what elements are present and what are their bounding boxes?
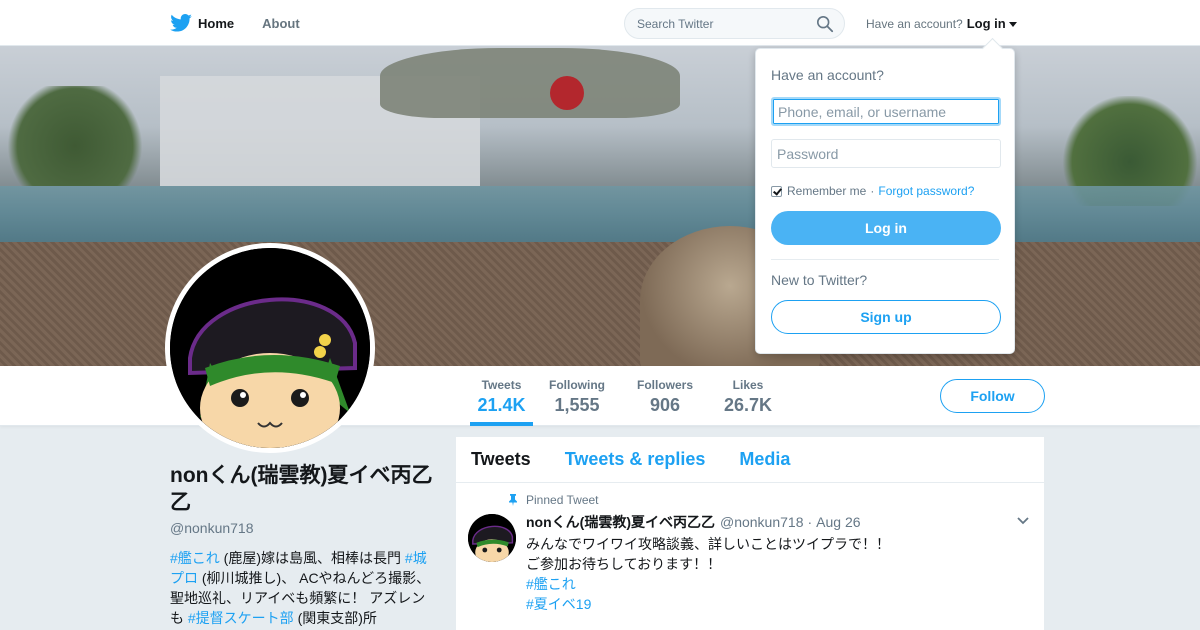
account-menu: Have an account? Log in	[866, 16, 1017, 31]
follow-button[interactable]: Follow	[940, 379, 1045, 413]
tweet-separator: ·	[807, 514, 813, 530]
tweet-author-handle[interactable]: @nonkun718	[720, 514, 804, 530]
stat-followers[interactable]: Followers 906	[636, 366, 694, 426]
nav-left: Home About	[170, 0, 328, 46]
tweet-hashtag[interactable]: #夏イベ19	[526, 594, 1029, 614]
search-box[interactable]	[624, 8, 845, 39]
home-nav-link[interactable]: Home	[170, 0, 234, 46]
tweet-author-name[interactable]: nonくん(瑞雲教)夏イベ丙乙乙	[526, 512, 715, 532]
tweet-avatar-illustration	[468, 514, 516, 562]
login-dropdown-title: Have an account?	[771, 67, 884, 83]
profile-name[interactable]: nonくん(瑞雲教)夏イベ丙乙乙	[170, 462, 435, 516]
tab-tweets-replies[interactable]: Tweets & replies	[565, 449, 706, 470]
stat-likes[interactable]: Likes 26.7K	[724, 366, 772, 426]
remember-row: Remember me · Forgot password?	[771, 184, 999, 198]
have-account-label: Have an account?	[866, 16, 963, 31]
bio-text: (鹿屋)嫁は島風、相棒は長門	[219, 550, 405, 566]
pin-icon	[509, 494, 517, 506]
pinned-tweet[interactable]: Pinned Tweet nonくん(瑞雲教)夏イベ丙乙乙 @nonkun718…	[456, 483, 1044, 630]
tweet-header: nonくん(瑞雲教)夏イベ丙乙乙 @nonkun718 · Aug 26	[526, 512, 1029, 532]
login-menu-link[interactable]: Log in	[967, 16, 1006, 31]
stat-label: Followers	[636, 378, 693, 392]
about-nav-link[interactable]: About	[262, 0, 300, 46]
chevron-down-icon[interactable]	[1017, 517, 1029, 525]
checkbox-checked-icon[interactable]	[771, 185, 782, 197]
signup-button[interactable]: Sign up	[771, 300, 1001, 334]
tweet-text: みんなでワイワイ攻略談義、詳しいことはツイプラで！！ ご参加お待ちしております！…	[526, 534, 1029, 614]
about-label: About	[262, 15, 300, 31]
banner-plane	[380, 48, 680, 118]
stat-label: Tweets	[481, 378, 522, 392]
stat-value: 1,555	[554, 395, 600, 415]
search-input[interactable]	[637, 17, 807, 31]
remember-label[interactable]: Remember me	[787, 184, 866, 198]
remember-separator: ·	[870, 184, 875, 198]
stat-tweets[interactable]: Tweets 21.4K	[470, 366, 533, 426]
login-dropdown: Have an account? Remember me · Forgot pa…	[755, 48, 1015, 354]
stat-value: 906	[649, 395, 681, 415]
caret-down-icon[interactable]	[1008, 21, 1017, 27]
profile-handle[interactable]: @nonkun718	[170, 520, 435, 536]
forgot-password-link[interactable]: Forgot password?	[878, 184, 974, 198]
tweet-hashtag[interactable]: #艦これ	[526, 574, 1029, 594]
bio-hashtag[interactable]: #提督スケート部	[188, 610, 294, 626]
stat-value: 21.4K	[477, 395, 526, 415]
banner-pool	[0, 186, 1200, 246]
timeline: Tweets Tweets & replies Media Pinned Twe…	[456, 437, 1044, 630]
avatar-illustration	[170, 248, 370, 448]
username-field[interactable]	[771, 97, 1001, 126]
new-to-twitter-label: New to Twitter?	[771, 272, 868, 288]
dropdown-divider	[771, 259, 999, 260]
avatar-image	[170, 248, 370, 448]
tab-tweets[interactable]: Tweets	[471, 449, 531, 470]
stat-label: Following	[549, 378, 605, 392]
timeline-tabs: Tweets Tweets & replies Media	[456, 437, 1044, 483]
profile-bio: #艦これ (鹿屋)嫁は島風、相棒は長門 #城プロ (柳川城推し)、 ACやねんど…	[170, 548, 432, 628]
pinned-label: Pinned Tweet	[526, 493, 599, 507]
tab-media[interactable]: Media	[739, 449, 790, 470]
search-icon[interactable]	[816, 15, 834, 33]
tweet-line: みんなでワイワイ攻略談義、詳しいことはツイプラで！！	[526, 536, 890, 552]
stat-value: 26.7K	[724, 395, 773, 415]
profile-card: nonくん(瑞雲教)夏イベ丙乙乙 @nonkun718 #艦これ (鹿屋)嫁は島…	[170, 462, 435, 628]
banner-plane-roundel	[550, 76, 584, 110]
login-button[interactable]: Log in	[771, 211, 1001, 245]
tweet-line: ご参加お待ちしております！！	[526, 556, 722, 572]
twitter-bird-icon	[170, 14, 192, 32]
home-label: Home	[198, 15, 235, 31]
bio-hashtag[interactable]: #艦これ	[170, 550, 220, 566]
bio-text: (関東支部)所	[293, 610, 377, 626]
stat-label: Likes	[732, 378, 764, 392]
stat-following[interactable]: Following 1,555	[548, 366, 606, 426]
pinned-indicator: Pinned Tweet	[509, 493, 1029, 507]
banner-trees-left	[0, 86, 150, 186]
tweet-avatar[interactable]	[468, 514, 516, 562]
password-field[interactable]	[771, 139, 1001, 168]
profile-avatar[interactable]	[165, 243, 375, 453]
top-navigation: Home About Have an account? Log in	[0, 0, 1200, 46]
tweet-timestamp[interactable]: Aug 26	[816, 514, 860, 530]
